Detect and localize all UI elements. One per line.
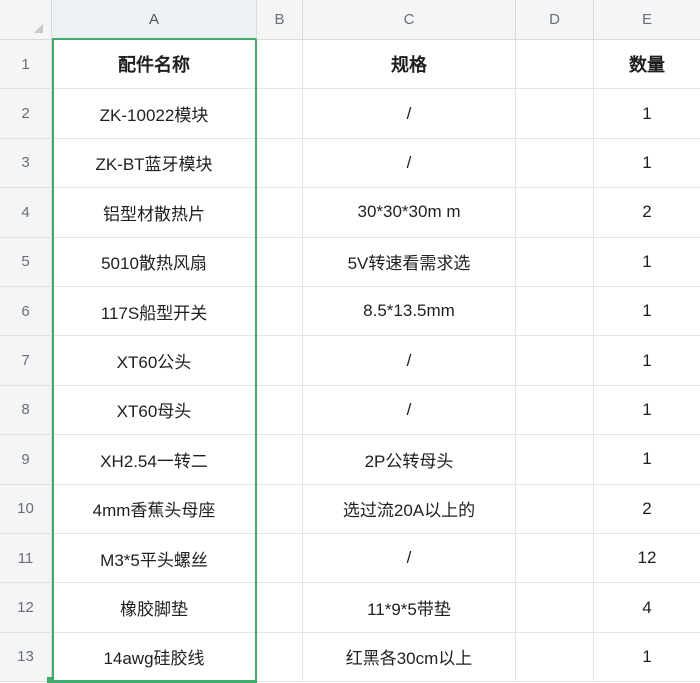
cell-E12[interactable]: 4 [594, 583, 700, 633]
cell-E2[interactable]: 1 [594, 89, 700, 139]
cell-A4[interactable]: 铝型材散热片 [52, 188, 257, 238]
fill-handle[interactable] [47, 677, 54, 683]
row-header[interactable]: 9 [0, 435, 52, 485]
cell-E10[interactable]: 2 [594, 485, 700, 534]
cell-A5[interactable]: 5010散热风扇 [52, 237, 257, 287]
cell-A1[interactable]: 配件名称 [52, 40, 257, 90]
cell-D4[interactable] [516, 188, 594, 238]
cell-A11[interactable]: M3*5平头螺丝 [52, 534, 257, 584]
row-header[interactable]: 2 [0, 89, 52, 139]
cell-D6[interactable] [516, 287, 594, 337]
cell-C1[interactable]: 规格 [303, 40, 516, 90]
cell-D5[interactable] [516, 237, 594, 287]
cell-D13[interactable] [516, 632, 594, 683]
cell-C2[interactable]: / [303, 89, 516, 139]
cell-A13[interactable]: 14awg硅胶线 [52, 632, 257, 683]
row-header[interactable]: 12 [0, 583, 52, 633]
cell-A9[interactable]: XH2.54一转二 [52, 435, 257, 485]
row-header[interactable]: 13 [0, 632, 52, 683]
cell-D9[interactable] [516, 435, 594, 485]
cell-B11[interactable] [257, 534, 303, 584]
row-header[interactable]: 8 [0, 385, 52, 436]
cell-B7[interactable] [257, 336, 303, 386]
row-header[interactable]: 11 [0, 534, 52, 584]
cell-C3[interactable]: / [303, 138, 516, 189]
cell-B4[interactable] [257, 188, 303, 238]
cell-D8[interactable] [516, 385, 594, 436]
cell-E9[interactable]: 1 [594, 435, 700, 485]
cell-A12[interactable]: 橡胶脚垫 [52, 583, 257, 633]
cell-A8[interactable]: XT60母头 [52, 385, 257, 436]
column-header-c[interactable]: C [303, 0, 516, 40]
cell-B8[interactable] [257, 385, 303, 436]
cell-B9[interactable] [257, 435, 303, 485]
cell-E5[interactable]: 1 [594, 238, 700, 287]
cell-C11[interactable]: / [303, 534, 516, 584]
cell-D7[interactable] [516, 336, 594, 386]
cell-B10[interactable] [257, 484, 303, 534]
cell-B3[interactable] [257, 138, 303, 189]
row-header[interactable]: 10 [0, 484, 52, 534]
cell-E6[interactable]: 1 [594, 287, 700, 337]
spreadsheet: A B C D E 1 配件名称 规格 数量 2 ZK-10022模块/1 3 ZK-BT蓝牙… [0, 0, 700, 683]
row-header[interactable]: 4 [0, 188, 52, 238]
select-all-corner[interactable] [0, 0, 52, 40]
cell-A6[interactable]: 117S船型开关 [52, 287, 257, 337]
cell-D11[interactable] [516, 534, 594, 584]
select-all-triangle-icon [34, 24, 43, 33]
row-header[interactable]: 5 [0, 237, 52, 287]
cell-B1[interactable] [257, 40, 303, 90]
cell-B5[interactable] [257, 237, 303, 287]
row-header[interactable]: 1 [0, 40, 52, 90]
cell-C5[interactable]: 5V转速看需求选 [303, 237, 516, 287]
row-header[interactable]: 7 [0, 336, 52, 386]
cell-C12[interactable]: 11*9*5带垫 [303, 583, 516, 633]
column-header-a[interactable]: A [52, 0, 257, 40]
cell-C7[interactable]: / [303, 336, 516, 386]
cell-B12[interactable] [257, 583, 303, 633]
cell-A3[interactable]: ZK-BT蓝牙模块 [52, 138, 257, 189]
cell-D1[interactable] [516, 40, 594, 90]
cell-E1[interactable]: 数量 [594, 40, 700, 90]
cell-C13[interactable]: 红黑各30cm以上 [303, 632, 516, 683]
cell-C9[interactable]: 2P公转母头 [303, 435, 516, 485]
cell-B2[interactable] [257, 89, 303, 139]
cell-D10[interactable] [516, 484, 594, 534]
cell-B13[interactable] [257, 632, 303, 683]
cell-E3[interactable]: 1 [594, 139, 700, 189]
cell-A2[interactable]: ZK-10022模块 [52, 89, 257, 139]
column-header-d[interactable]: D [516, 0, 594, 40]
column-header-b[interactable]: B [257, 0, 303, 40]
cell-D12[interactable] [516, 583, 594, 633]
cell-E8[interactable]: 1 [594, 386, 700, 436]
cell-C10[interactable]: 选过流20A以上的 [303, 484, 516, 534]
cell-A7[interactable]: XT60公头 [52, 336, 257, 386]
cell-D2[interactable] [516, 89, 594, 139]
cell-E4[interactable]: 2 [594, 188, 700, 238]
row-header[interactable]: 6 [0, 287, 52, 337]
cell-E11[interactable]: 12 [594, 534, 700, 584]
cell-C4[interactable]: 30*30*30m m [303, 188, 516, 238]
cell-C6[interactable]: 8.5*13.5mm [303, 287, 516, 337]
cell-B6[interactable] [257, 287, 303, 337]
cell-D3[interactable] [516, 138, 594, 189]
cell-E13[interactable]: 1 [594, 633, 700, 683]
cell-A10[interactable]: 4mm香蕉头母座 [52, 484, 257, 534]
row-header[interactable]: 3 [0, 138, 52, 189]
cell-E7[interactable]: 1 [594, 336, 700, 386]
column-header-e[interactable]: E [594, 0, 700, 40]
cell-C8[interactable]: / [303, 385, 516, 436]
